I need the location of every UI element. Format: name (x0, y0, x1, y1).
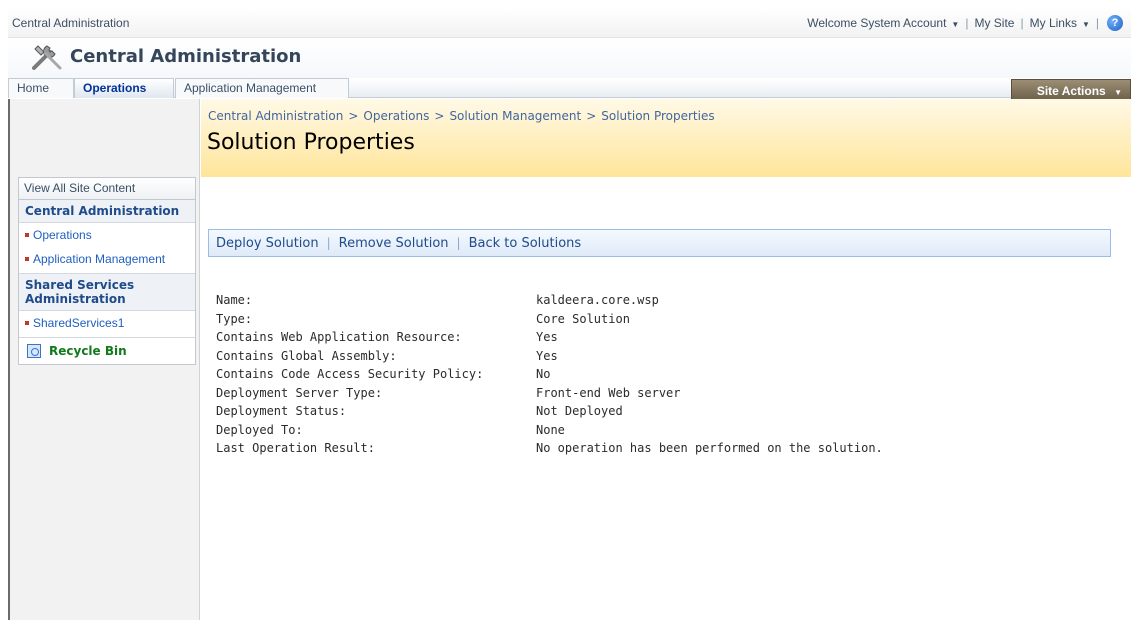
property-value: No (536, 367, 551, 381)
breadcrumb-current: Solution Properties (601, 109, 715, 123)
my-links-label: My Links (1029, 16, 1077, 30)
property-row: Type: Core Solution (216, 312, 883, 331)
property-label: Contains Global Assembly: (216, 348, 397, 363)
quick-launch-heading-central-administration[interactable]: Central Administration (19, 200, 195, 223)
breadcrumb: Central Administration > Operations > Soluti… (208, 109, 715, 123)
breadcrumb-link-solution-management[interactable]: Solution Management (449, 109, 581, 123)
property-row: Deployment Status: Not Deployed (216, 404, 883, 423)
quick-launch-heading-shared-services[interactable]: Shared Services Administration (19, 274, 195, 311)
site-title[interactable]: Central Administration (70, 46, 301, 67)
tools-logo-icon (32, 45, 62, 70)
recycle-bin-label: Recycle Bin (49, 344, 127, 358)
welcome-menu[interactable]: Welcome System Account ▼ (807, 16, 959, 30)
my-site-link[interactable]: My Site (974, 16, 1014, 30)
separator: | (1020, 16, 1024, 30)
property-label: Deployed To: (216, 422, 303, 437)
property-label: Contains Web Application Resource: (216, 330, 462, 344)
back-to-solutions-link[interactable]: Back to Solutions (469, 236, 582, 251)
separator: | (326, 236, 331, 250)
property-label: Deployment Status: (216, 404, 347, 418)
property-row: Contains Code Access Security Policy: No (216, 367, 883, 386)
separator: | (965, 16, 969, 30)
property-value: Not Deployed (536, 404, 623, 418)
separator: | (1095, 16, 1099, 30)
property-row: Last Operation Result: No operation has b… (216, 441, 883, 460)
site-actions-label: Site Actions (1036, 84, 1106, 98)
global-links: Welcome System Account ▼ | My Site | My L… (807, 15, 1123, 31)
property-row: Contains Web Application Resource: Yes (216, 330, 883, 349)
tab-application-management[interactable]: Application Management (175, 78, 349, 98)
property-value: Yes (536, 348, 558, 363)
help-icon[interactable]: ? (1107, 15, 1123, 31)
property-row: Contains Global Assembly: Yes (216, 349, 883, 368)
property-label: Last Operation Result: (216, 441, 375, 455)
breadcrumb-separator: > (348, 109, 359, 123)
tab-home[interactable]: Home (8, 78, 74, 98)
quick-launch-item-operations[interactable]: Operations (19, 223, 195, 247)
breadcrumb-link-central-administration[interactable]: Central Administration (208, 109, 343, 123)
property-row: Name: kaldeera.core.wsp (216, 293, 883, 312)
property-label: Name: (216, 293, 253, 307)
deploy-solution-link[interactable]: Deploy Solution (216, 236, 319, 251)
property-value: None (536, 422, 565, 437)
chevron-down-icon: ▼ (1114, 88, 1122, 97)
property-row: Deployed To: None (216, 423, 883, 442)
solution-toolbar: Deploy Solution | Remove Solution | Back… (208, 229, 1111, 257)
site-actions-menu[interactable]: Site Actions ▼ (1011, 79, 1131, 101)
quick-launch-group: Central Administration Operations Applic… (19, 200, 195, 274)
chevron-down-icon: ▼ (951, 20, 960, 29)
recycle-bin-icon (27, 344, 41, 358)
welcome-label: Welcome System Account (807, 16, 947, 30)
property-value: Yes (536, 330, 558, 344)
property-label: Deployment Server Type: (216, 385, 383, 400)
breadcrumb-separator: > (434, 109, 445, 123)
view-all-site-content-link[interactable]: View All Site Content (19, 178, 195, 200)
solution-properties: Name: kaldeera.core.wsp Type: Core Solutio… (216, 293, 883, 460)
property-value: No operation has been performed on the s… (536, 441, 883, 455)
quick-launch-item-application-management[interactable]: Application Management (19, 247, 195, 271)
site-breadcrumb-link[interactable]: Central Administration (12, 16, 129, 30)
top-navigation: Home Operations Application Management S… (8, 78, 1131, 101)
quick-launch-item-sharedservices1[interactable]: SharedServices1 (19, 311, 195, 335)
tab-operations[interactable]: Operations (74, 78, 174, 98)
left-navigation: View All Site Content Central Administra… (8, 99, 200, 620)
page-title-area: Central Administration > Operations > Soluti… (201, 99, 1131, 177)
quick-launch: View All Site Content Central Administra… (18, 177, 196, 365)
property-label: Type: (216, 311, 253, 326)
site-title-area: Central Administration (8, 38, 1131, 78)
recycle-bin-link[interactable]: Recycle Bin (19, 338, 195, 364)
page-title: Solution Properties (207, 130, 415, 155)
quick-launch-group: Shared Services Administration SharedSer… (19, 274, 195, 338)
property-value: Front-end Web server (536, 385, 681, 400)
property-value: Core Solution (536, 311, 630, 326)
my-links-menu[interactable]: My Links ▼ (1030, 16, 1090, 30)
property-row: Deployment Server Type: Front-end Web ser… (216, 386, 883, 405)
property-value: kaldeera.core.wsp (536, 293, 659, 307)
property-label: Contains Code Access Security Policy: (216, 367, 484, 381)
breadcrumb-separator: > (586, 109, 597, 123)
breadcrumb-link-operations[interactable]: Operations (363, 109, 429, 123)
separator: | (456, 236, 461, 250)
remove-solution-link[interactable]: Remove Solution (339, 236, 449, 251)
global-navigation-bar: Central Administration Welcome System Ac… (8, 8, 1131, 38)
chevron-down-icon: ▼ (1081, 20, 1090, 29)
